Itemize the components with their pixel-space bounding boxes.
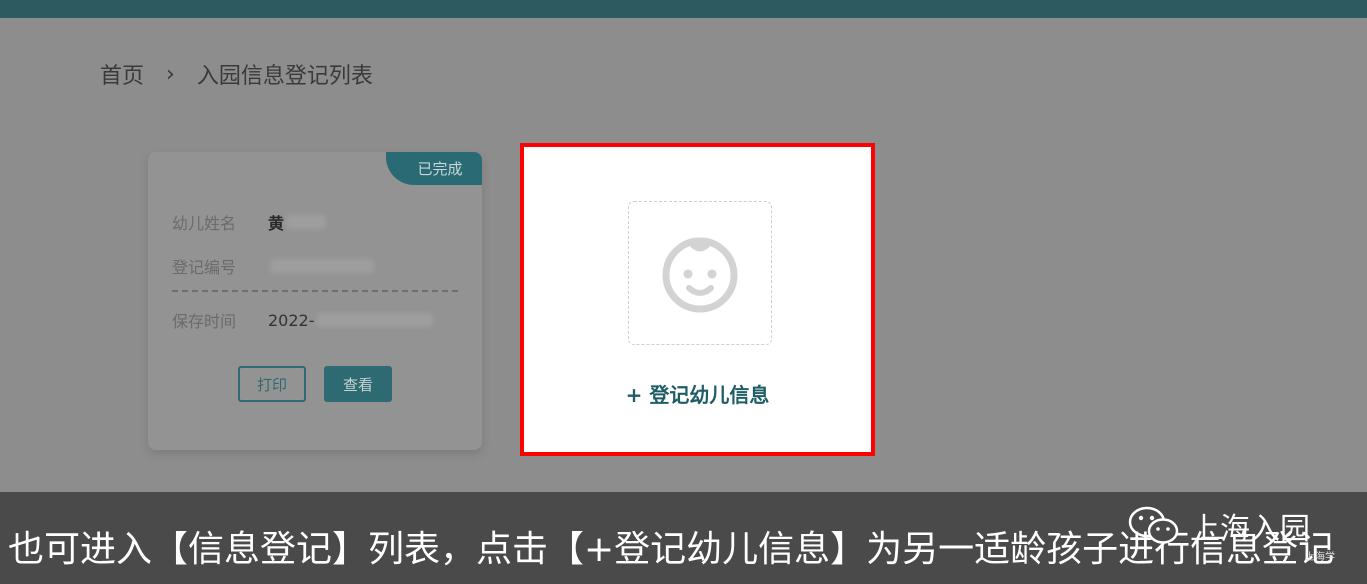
breadcrumb-separator-icon: ›: [166, 61, 175, 87]
save-time-row: 保存时间 2022-: [172, 308, 433, 332]
watermark-subtext: 上海学: [1305, 552, 1335, 563]
registration-number-row: 登记编号: [172, 254, 374, 278]
blurred-text: [270, 259, 374, 273]
breadcrumb-current: 入园信息登记列表: [196, 64, 373, 89]
avatar-placeholder: [628, 201, 772, 345]
top-navbar: [0, 0, 1367, 18]
blurred-text: [316, 313, 433, 327]
blurred-text: [286, 215, 327, 229]
wechat-icon: [1128, 506, 1179, 544]
breadcrumb: 首页 › 入园信息登记列表: [100, 58, 373, 90]
registration-card: 已完成 幼儿姓名 黄 登记编号 保存时间 2022-: [148, 152, 482, 450]
child-name-label: 幼儿姓名: [172, 214, 237, 233]
add-child-link[interactable]: + 登记幼儿信息: [524, 379, 871, 408]
registration-number-label: 登记编号: [172, 258, 237, 277]
watermark-text: 上海入园: [1190, 512, 1310, 547]
child-name-value: 黄: [268, 214, 285, 233]
breadcrumb-home[interactable]: 首页: [100, 58, 144, 90]
save-time-value: 2022-: [268, 310, 315, 330]
baby-face-icon: [662, 237, 738, 313]
divider: [172, 290, 458, 292]
add-child-card[interactable]: + 登记幼儿信息: [520, 143, 875, 456]
save-time-label: 保存时间: [172, 312, 237, 331]
view-button[interactable]: 查看: [324, 366, 392, 402]
status-badge: 已完成: [386, 152, 482, 185]
print-button[interactable]: 打印: [238, 366, 306, 402]
watermark: 上海入园: [1128, 504, 1310, 548]
child-name-row: 幼儿姓名 黄: [172, 210, 327, 234]
